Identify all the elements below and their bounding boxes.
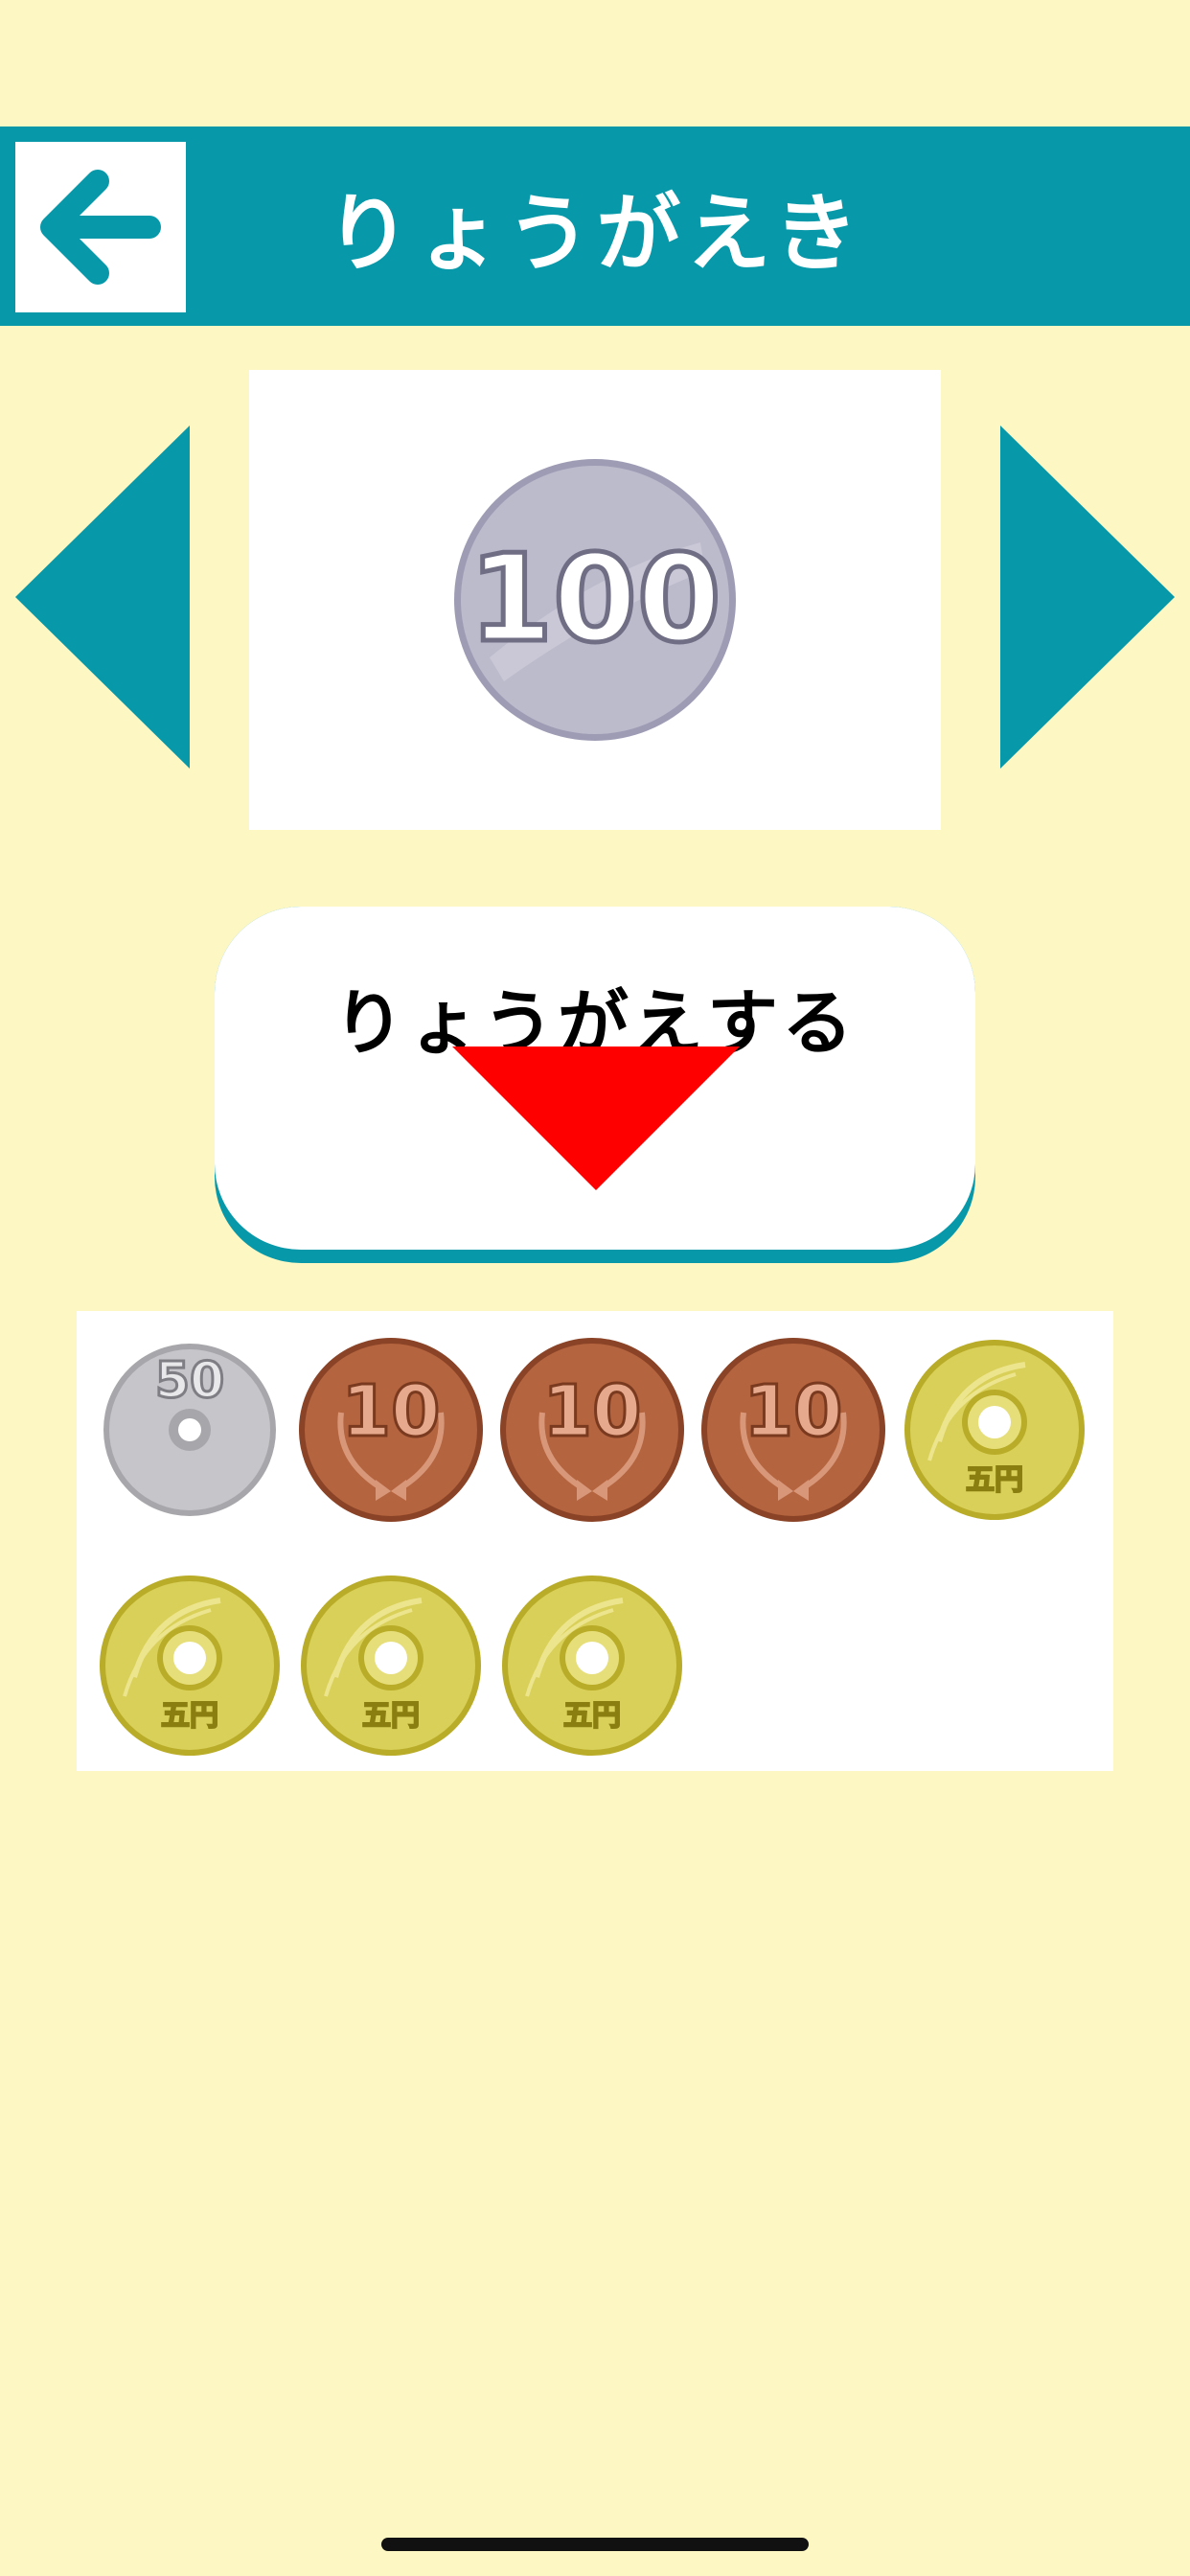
triangle-left-icon <box>15 426 190 769</box>
result-coins-tray: 50 10 10 10 五円 五円 五円 五円 <box>77 1311 1113 1771</box>
next-coin-button[interactable] <box>998 426 1175 769</box>
result-coin-5: 五円 <box>297 1572 485 1760</box>
coin-10-icon: 10 <box>299 1338 483 1522</box>
result-coin-10: 10 <box>297 1336 485 1524</box>
coin-label: 10 <box>342 1370 441 1453</box>
coin-5-icon: 五円 <box>301 1576 481 1756</box>
coin-label: 五円 <box>362 1699 420 1733</box>
result-coin-50: 50 <box>96 1336 284 1524</box>
coin-value-label: 100 <box>469 528 721 669</box>
coin-5-icon: 五円 <box>100 1576 280 1756</box>
coin-label: 50 <box>155 1352 224 1410</box>
home-indicator <box>381 2538 809 2551</box>
triangle-right-icon <box>1000 426 1175 769</box>
arrow-left-icon <box>40 170 161 285</box>
coin-50-icon: 50 <box>103 1344 276 1516</box>
selected-coin-panel: 100 <box>249 370 941 830</box>
coin-5-icon: 五円 <box>502 1576 682 1756</box>
coin-label: 10 <box>543 1370 642 1453</box>
exchange-button[interactable]: りょうがえする <box>215 907 975 1263</box>
coin-100-icon: 100 <box>454 459 736 741</box>
triangle-down-icon <box>452 1046 740 1190</box>
result-coin-10: 10 <box>699 1336 887 1524</box>
back-button[interactable] <box>15 142 186 312</box>
coin-5-icon: 五円 <box>904 1340 1085 1520</box>
coin-label: 五円 <box>563 1699 621 1733</box>
result-coin-5: 五円 <box>498 1572 686 1760</box>
result-coin-5: 五円 <box>96 1572 284 1760</box>
result-coin-10: 10 <box>498 1336 686 1524</box>
coin-10-icon: 10 <box>500 1338 684 1522</box>
prev-coin-button[interactable] <box>15 426 192 769</box>
coin-label: 五円 <box>161 1699 218 1733</box>
coin-10-icon: 10 <box>701 1338 885 1522</box>
page: りょうがえき 100 りょうがえする 50 10 10 10 五円 五円 五円 五円 <box>0 0 1190 2576</box>
result-coin-5: 五円 <box>901 1336 1088 1524</box>
coin-label: 10 <box>744 1370 843 1453</box>
coin-label: 五円 <box>966 1463 1023 1497</box>
